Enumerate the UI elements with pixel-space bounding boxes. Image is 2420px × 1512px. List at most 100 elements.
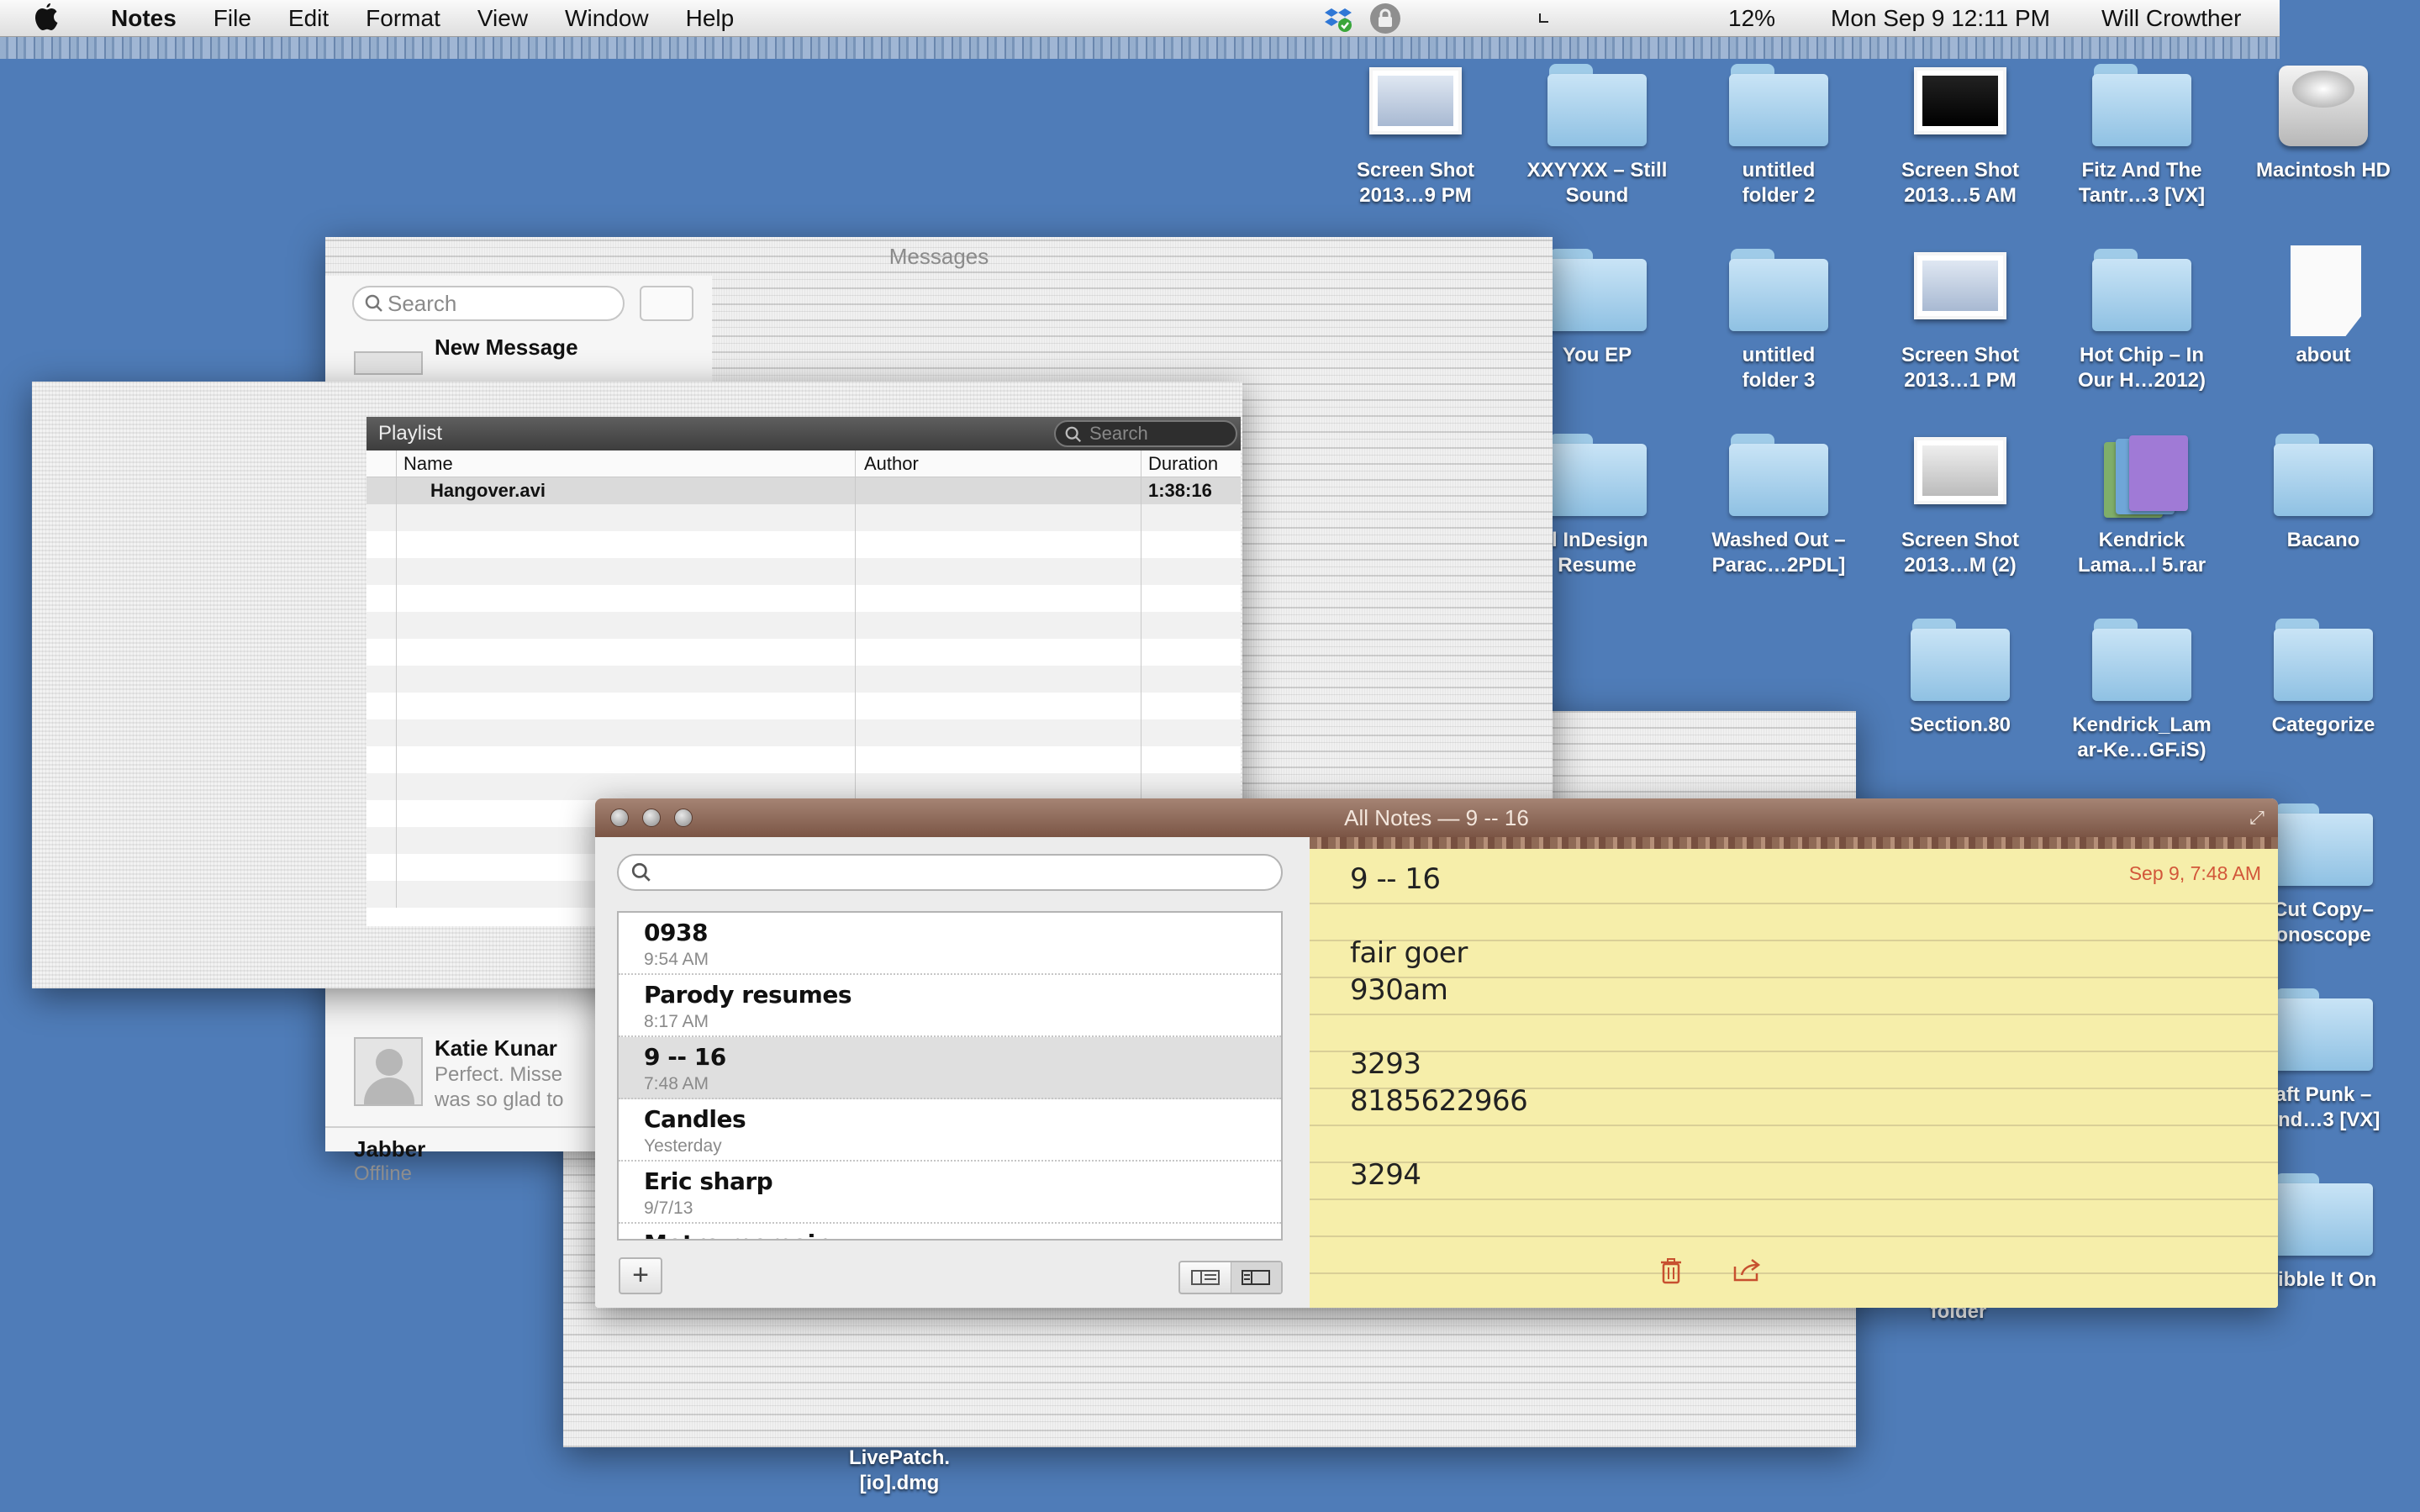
- desktop-icon[interactable]: Fitz And The Tantr…3 [VX]: [2049, 59, 2234, 208]
- desktop-icon[interactable]: untitled folder 3: [1686, 244, 1871, 393]
- menu-window[interactable]: Window: [546, 5, 667, 32]
- desktop-icon[interactable]: Washed Out – Parac…2PDL]: [1686, 429, 1871, 578]
- note-line: 9 -- 16: [1350, 862, 1441, 896]
- folder-icon: [2269, 798, 2378, 891]
- note-list-item[interactable]: Candles Yesterday: [619, 1099, 1281, 1162]
- desktop-icon[interactable]: Macintosh HD: [2231, 59, 2416, 183]
- folder-icon: [2269, 614, 2378, 706]
- desktop-icon[interactable]: Bacano: [2231, 429, 2416, 553]
- playlist-row[interactable]: [366, 558, 1241, 585]
- folder-icon: [1724, 59, 1833, 151]
- playlist-row[interactable]: [366, 585, 1241, 612]
- playlist-row[interactable]: [366, 639, 1241, 666]
- desktop-icon-label: Screen Shot 2013…1 PM: [1901, 344, 2020, 392]
- note-timestamp: 9/7/13: [644, 1199, 693, 1218]
- menubar-artifact-strip: [0, 37, 2280, 59]
- playlist-cell-duration: 1:38:16: [1148, 480, 1212, 501]
- view-toggle: [1178, 1261, 1283, 1294]
- note-list-item[interactable]: Eric sharp 9/7/13: [619, 1162, 1281, 1224]
- menu-help[interactable]: Help: [667, 5, 753, 32]
- desktop-icon[interactable]: Screen Shot 2013…1 PM: [1868, 244, 2053, 393]
- conversation-name[interactable]: Katie Kunar: [435, 1035, 557, 1062]
- screenshot-file-icon: [1906, 244, 2015, 336]
- messages-search-placeholder: Search: [388, 290, 457, 316]
- desktop-icon-label: Hot Chip – In Our H…2012): [2077, 344, 2206, 392]
- list-view-button[interactable]: [1180, 1262, 1231, 1293]
- lock-icon[interactable]: [1370, 0, 1400, 37]
- desktop-icon[interactable]: XXYYXX – Still Sound: [1505, 59, 1690, 208]
- close-button[interactable]: [610, 809, 629, 827]
- new-message-item[interactable]: New Message: [435, 335, 578, 361]
- notes-list: 0938 9:54 AM Parody resumes 8:17 AM 9 -- 16 7…: [617, 911, 1283, 1241]
- desktop-icon-label: Section.80: [1909, 714, 2011, 736]
- note-title: Metro memoir: [644, 1227, 1281, 1239]
- playlist-row[interactable]: [366, 693, 1241, 719]
- column-duration[interactable]: Duration: [1141, 450, 1241, 477]
- playlist-row[interactable]: [366, 504, 1241, 531]
- desktop-icon[interactable]: Kendrick_Lam ar-Ke…GF.iS): [2049, 614, 2234, 763]
- playlist-row[interactable]: Hangover.avi 1:38:16: [366, 477, 1241, 504]
- screenshot-file-icon: [1906, 59, 2015, 151]
- messages-title: Messages: [888, 244, 989, 269]
- apple-menu-icon[interactable]: [0, 3, 92, 34]
- desktop-icon[interactable]: Screen Shot 2013…9 PM: [1323, 59, 1508, 208]
- minimize-button[interactable]: [642, 809, 661, 827]
- column-author[interactable]: Author: [856, 450, 1141, 477]
- desktop-icon[interactable]: Section.80: [1868, 614, 2053, 738]
- note-list-item[interactable]: 0938 9:54 AM: [619, 913, 1281, 975]
- desktop-icon-label: Categorize: [2271, 714, 2375, 736]
- menu-view[interactable]: View: [459, 5, 546, 32]
- wifi-icon[interactable]: [1538, 0, 1550, 37]
- playlist-row[interactable]: [366, 719, 1241, 746]
- desktop-icon[interactable]: Categorize: [2231, 614, 2416, 738]
- folder-icon: [1906, 614, 2015, 706]
- menu-file[interactable]: File: [195, 5, 270, 32]
- playlist-cell-name: [397, 639, 856, 666]
- desktop-icon[interactable]: Hot Chip – In Our H…2012): [2049, 244, 2234, 393]
- desktop-icon[interactable]: about: [2231, 244, 2416, 368]
- desktop-icon[interactable]: untitled folder 2: [1686, 59, 1871, 208]
- desktop-icon[interactable]: Screen Shot 2013…M (2): [1868, 429, 2053, 578]
- column-name[interactable]: Name: [397, 450, 856, 477]
- playlist-row[interactable]: [366, 612, 1241, 639]
- note-line: fair goer: [1350, 936, 1468, 970]
- menu-edit[interactable]: Edit: [270, 5, 347, 32]
- desktop-icon-label-livepatch[interactable]: LivePatch. [io].dmg: [807, 1446, 992, 1496]
- compose-button[interactable]: [640, 286, 693, 321]
- account-name[interactable]: Jabber: [354, 1136, 425, 1162]
- note-list-item[interactable]: 9 -- 16 7:48 AM: [619, 1037, 1281, 1099]
- messages-search-input[interactable]: Search: [352, 286, 625, 321]
- notes-titlebar: All Notes — 9 -- 16 ⤢: [595, 798, 2278, 837]
- desktop-icon[interactable]: Kendrick Lama…l 5.rar: [2049, 429, 2234, 578]
- playlist-row[interactable]: [366, 666, 1241, 693]
- paper-edge: [1310, 837, 2278, 849]
- battery-level[interactable]: 12%: [1728, 0, 1775, 37]
- playlist-row[interactable]: [366, 531, 1241, 558]
- list-view-icon: [1190, 1270, 1220, 1285]
- add-note-button[interactable]: +: [619, 1257, 662, 1294]
- note-editor[interactable]: Sep 9, 7:48 AM 9 -- 16 fair goer 930am 3293…: [1310, 837, 2278, 1308]
- menu-format[interactable]: Format: [347, 5, 459, 32]
- menu-app-notes[interactable]: Notes: [92, 5, 195, 32]
- playlist-cell-name: [397, 693, 856, 719]
- desktop-icon-label: Screen Shot 2013…M (2): [1901, 529, 2020, 577]
- fullscreen-icon[interactable]: ⤢: [2246, 807, 2268, 829]
- dropbox-icon[interactable]: [1323, 0, 1353, 37]
- playlist-row[interactable]: [366, 773, 1241, 800]
- split-view-button[interactable]: [1231, 1262, 1281, 1293]
- playlist-row[interactable]: [366, 746, 1241, 773]
- trash-icon[interactable]: [1654, 1254, 1688, 1288]
- playlist-search-input[interactable]: Search: [1054, 420, 1237, 447]
- playlist-cell-duration: [1141, 639, 1241, 666]
- desktop-icon[interactable]: Screen Shot 2013…5 AM: [1868, 59, 2053, 208]
- clock[interactable]: Mon Sep 9 12:11 PM: [1831, 0, 2050, 37]
- note-list-item[interactable]: Metro memoir: [619, 1224, 1281, 1239]
- zoom-button[interactable]: [674, 809, 693, 827]
- note-title: Candles: [644, 1105, 746, 1133]
- user-menu[interactable]: Will Crowther: [2101, 0, 2241, 37]
- share-icon[interactable]: [1730, 1254, 1764, 1288]
- note-list-item[interactable]: Parody resumes 8:17 AM: [619, 975, 1281, 1037]
- notes-search-input[interactable]: [617, 854, 1283, 891]
- playlist-cell-author: [856, 773, 1141, 800]
- screenshot-file-icon: [1906, 429, 2015, 521]
